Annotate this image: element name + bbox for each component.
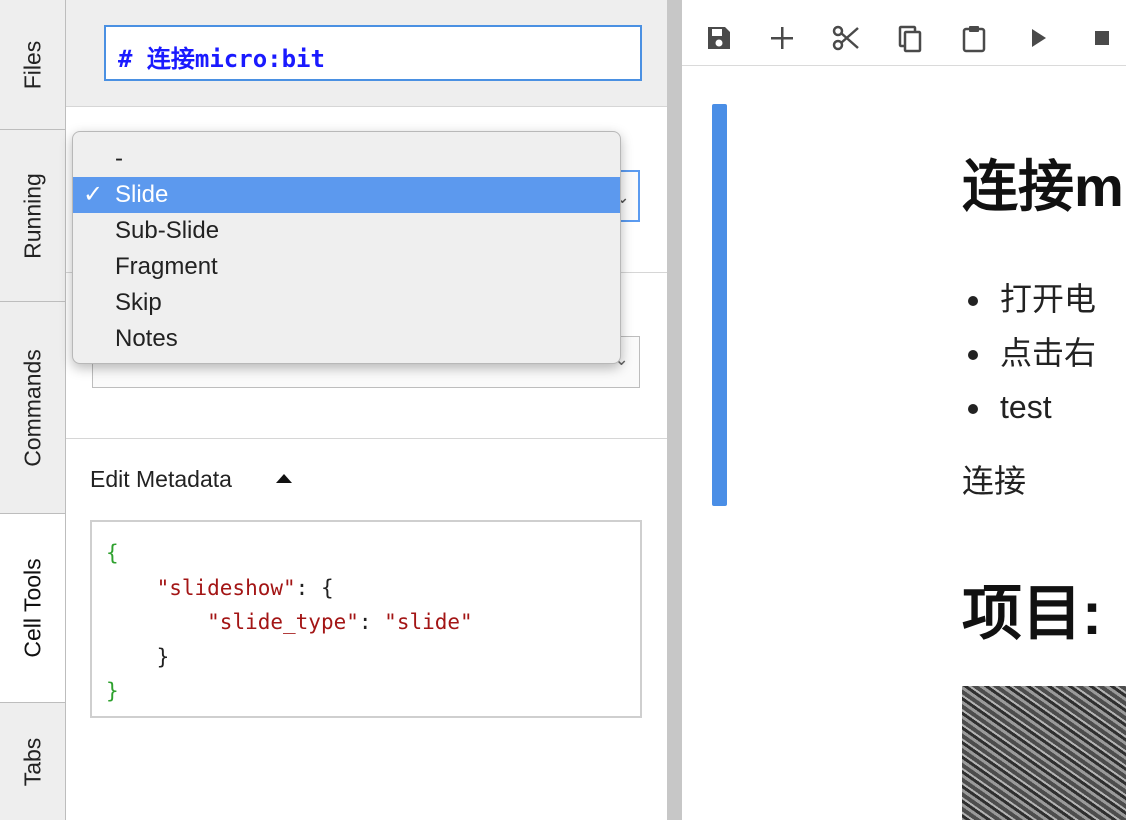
json-value-slide: "slide" (384, 610, 473, 634)
json-punct: : { (295, 575, 334, 600)
cell-tools-panel: # 连接micro:bit ⌄ ⌄ Edit Metadata { "slide… (66, 0, 667, 820)
json-brace: } (156, 644, 170, 669)
slide-type-option-slide[interactable]: ✓ Slide (73, 177, 620, 213)
json-brace: } (106, 679, 119, 703)
tab-running[interactable]: Running (0, 130, 65, 302)
slide-type-option-notes[interactable]: Notes (73, 321, 620, 357)
json-punct: : (358, 610, 385, 634)
stop-icon[interactable] (1082, 18, 1122, 58)
option-label: Skip (115, 289, 162, 316)
metadata-json-editor[interactable]: { "slideshow": { "slide_type": "slide" }… (90, 520, 642, 718)
tab-cell-tools-label: Cell Tools (19, 558, 45, 658)
cell-preview-area: # 连接micro:bit (66, 0, 667, 107)
tab-files[interactable]: Files (0, 0, 65, 130)
add-icon[interactable] (762, 18, 802, 58)
tab-tabs-label: Tabs (19, 737, 45, 786)
active-cell-preview[interactable]: # 连接micro:bit (104, 25, 642, 81)
slide-type-option-skip[interactable]: Skip (73, 285, 620, 321)
option-label: Fragment (115, 253, 218, 280)
notebook-toolbar (682, 8, 1126, 66)
paste-icon[interactable] (954, 18, 994, 58)
option-label: Slide (115, 181, 169, 208)
cut-icon[interactable] (826, 18, 866, 58)
tab-tabs[interactable]: Tabs (0, 703, 65, 820)
option-label: Sub-Slide (115, 217, 220, 244)
markdown-heading: 项目: (962, 580, 1102, 647)
left-tab-bar: Files Running Commands Cell Tools Tabs (0, 0, 66, 820)
section-divider (66, 438, 667, 439)
markdown-image (962, 686, 1126, 820)
slide-type-option-fragment[interactable]: Fragment (73, 249, 620, 285)
tab-cell-tools[interactable]: Cell Tools (0, 514, 65, 703)
run-icon[interactable] (1018, 18, 1058, 58)
edit-metadata-toggle[interactable]: Edit Metadata (90, 466, 232, 493)
active-cell-indicator[interactable] (712, 104, 727, 506)
copy-icon[interactable] (890, 18, 930, 58)
markdown-paragraph: 连接 (962, 463, 1027, 499)
json-brace: { (106, 541, 119, 565)
tab-files-label: Files (19, 40, 45, 89)
notebook-panel: 连接m 打开电 点击右 test 连接 项目: (682, 0, 1126, 820)
json-key-slideshow: "slideshow" (156, 575, 296, 600)
slide-type-option-none[interactable]: - (73, 141, 620, 177)
list-item: 点击右 (994, 326, 1096, 380)
option-label: Notes (115, 325, 178, 352)
tab-running-label: Running (19, 172, 45, 259)
panel-resize-handle[interactable] (667, 0, 682, 820)
caret-up-icon[interactable] (276, 474, 292, 483)
checkmark-icon: ✓ (83, 181, 104, 208)
tab-commands[interactable]: Commands (0, 302, 65, 514)
option-label: - (115, 145, 123, 172)
list-item: 打开电 (994, 272, 1096, 326)
slide-type-option-sub-slide[interactable]: Sub-Slide (73, 213, 620, 249)
json-key-slide-type: "slide_type" (207, 610, 359, 634)
tab-commands-label: Commands (19, 348, 45, 467)
list-item: test (994, 380, 1096, 434)
markdown-heading: 连接m (962, 155, 1124, 218)
slide-type-dropdown-menu: - ✓ Slide Sub-Slide Fragment Skip Notes (72, 131, 621, 364)
markdown-list: 打开电 点击右 test (994, 272, 1096, 434)
save-icon[interactable] (698, 18, 738, 58)
